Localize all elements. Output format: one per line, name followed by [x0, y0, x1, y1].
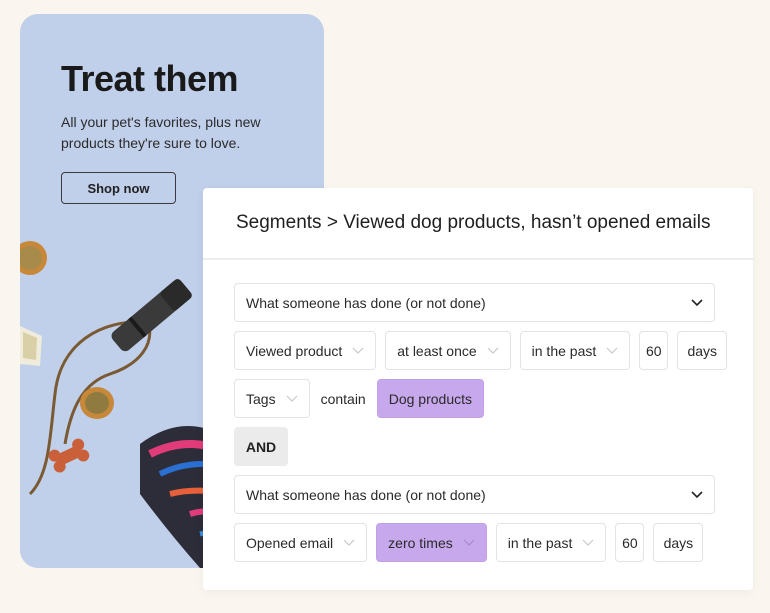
- count-input[interactable]: 60: [639, 331, 669, 370]
- dog-whistle-icon: [111, 279, 192, 352]
- condition-type-value: What someone has done (or not done): [246, 486, 486, 503]
- unit-field[interactable]: days: [677, 331, 728, 370]
- promo-title: Treat them: [61, 58, 239, 99]
- segment-name: Viewed dog products, hasn’t opened email…: [343, 212, 711, 233]
- breadcrumb-separator: >: [326, 212, 338, 233]
- promo-subtitle: All your pet's favorites, plus new produ…: [61, 114, 261, 151]
- frequency-value: zero times: [388, 534, 453, 551]
- timeframe-dropdown[interactable]: in the past: [519, 331, 631, 370]
- shop-now-button[interactable]: Shop now: [61, 172, 176, 204]
- gift-card-icon: [20, 326, 42, 366]
- condition-2-detail-row: Opened email zero times in the past 60 d…: [234, 523, 753, 562]
- condition-1-filter-row: Tags contain Dog products: [234, 379, 753, 418]
- joiner-row: AND: [234, 427, 753, 466]
- chevron-down-icon: [582, 539, 594, 547]
- chevron-down-icon: [286, 395, 298, 403]
- action-dropdown[interactable]: Viewed product: [234, 331, 377, 370]
- frequency-dropdown[interactable]: zero times: [376, 523, 487, 562]
- condition-1-type-row: What someone has done (or not done): [234, 283, 753, 322]
- action-value: Opened email: [246, 534, 334, 551]
- chevron-down-icon: [487, 347, 499, 355]
- chevron-down-icon: [352, 347, 364, 355]
- frequency-dropdown[interactable]: at least once: [385, 331, 511, 370]
- timeframe-value: in the past: [531, 342, 597, 359]
- filter-operator-label: contain: [320, 390, 366, 407]
- segment-header: Segments > Viewed dog products, hasn’t o…: [203, 188, 753, 260]
- frequency-value: at least once: [397, 342, 477, 359]
- round-treat-icon: [80, 387, 114, 419]
- action-dropdown[interactable]: Opened email: [234, 523, 368, 562]
- unit-field[interactable]: days: [653, 523, 704, 562]
- chevron-down-icon: [343, 539, 355, 547]
- timeframe-value: in the past: [507, 534, 573, 551]
- timeframe-dropdown[interactable]: in the past: [495, 523, 607, 562]
- breadcrumb-root-link[interactable]: Segments: [236, 212, 322, 233]
- action-value: Viewed product: [246, 342, 343, 359]
- condition-type-dropdown[interactable]: What someone has done (or not done): [234, 475, 715, 514]
- chevron-down-icon: [463, 539, 475, 547]
- bone-biscuit-icon: [48, 438, 90, 473]
- segment-conditions: What someone has done (or not done) View…: [203, 260, 753, 562]
- chevron-down-icon: [691, 298, 703, 307]
- and-joiner-button[interactable]: AND: [234, 427, 288, 466]
- filter-value-tag[interactable]: Dog products: [376, 379, 485, 418]
- condition-type-dropdown[interactable]: What someone has done (or not done): [234, 283, 715, 322]
- filter-property-value: Tags: [246, 390, 276, 407]
- dog-treat-icon: [20, 241, 47, 275]
- breadcrumb: Segments > Viewed dog products, hasn’t o…: [236, 212, 710, 234]
- chevron-down-icon: [606, 347, 618, 355]
- count-input[interactable]: 60: [615, 523, 645, 562]
- condition-2-type-row: What someone has done (or not done): [234, 475, 753, 514]
- filter-property-dropdown[interactable]: Tags: [234, 379, 310, 418]
- condition-1-detail-row: Viewed product at least once in the past…: [234, 331, 753, 370]
- segment-builder-card: Segments > Viewed dog products, hasn’t o…: [203, 188, 753, 590]
- condition-type-value: What someone has done (or not done): [246, 294, 486, 311]
- chevron-down-icon: [691, 490, 703, 499]
